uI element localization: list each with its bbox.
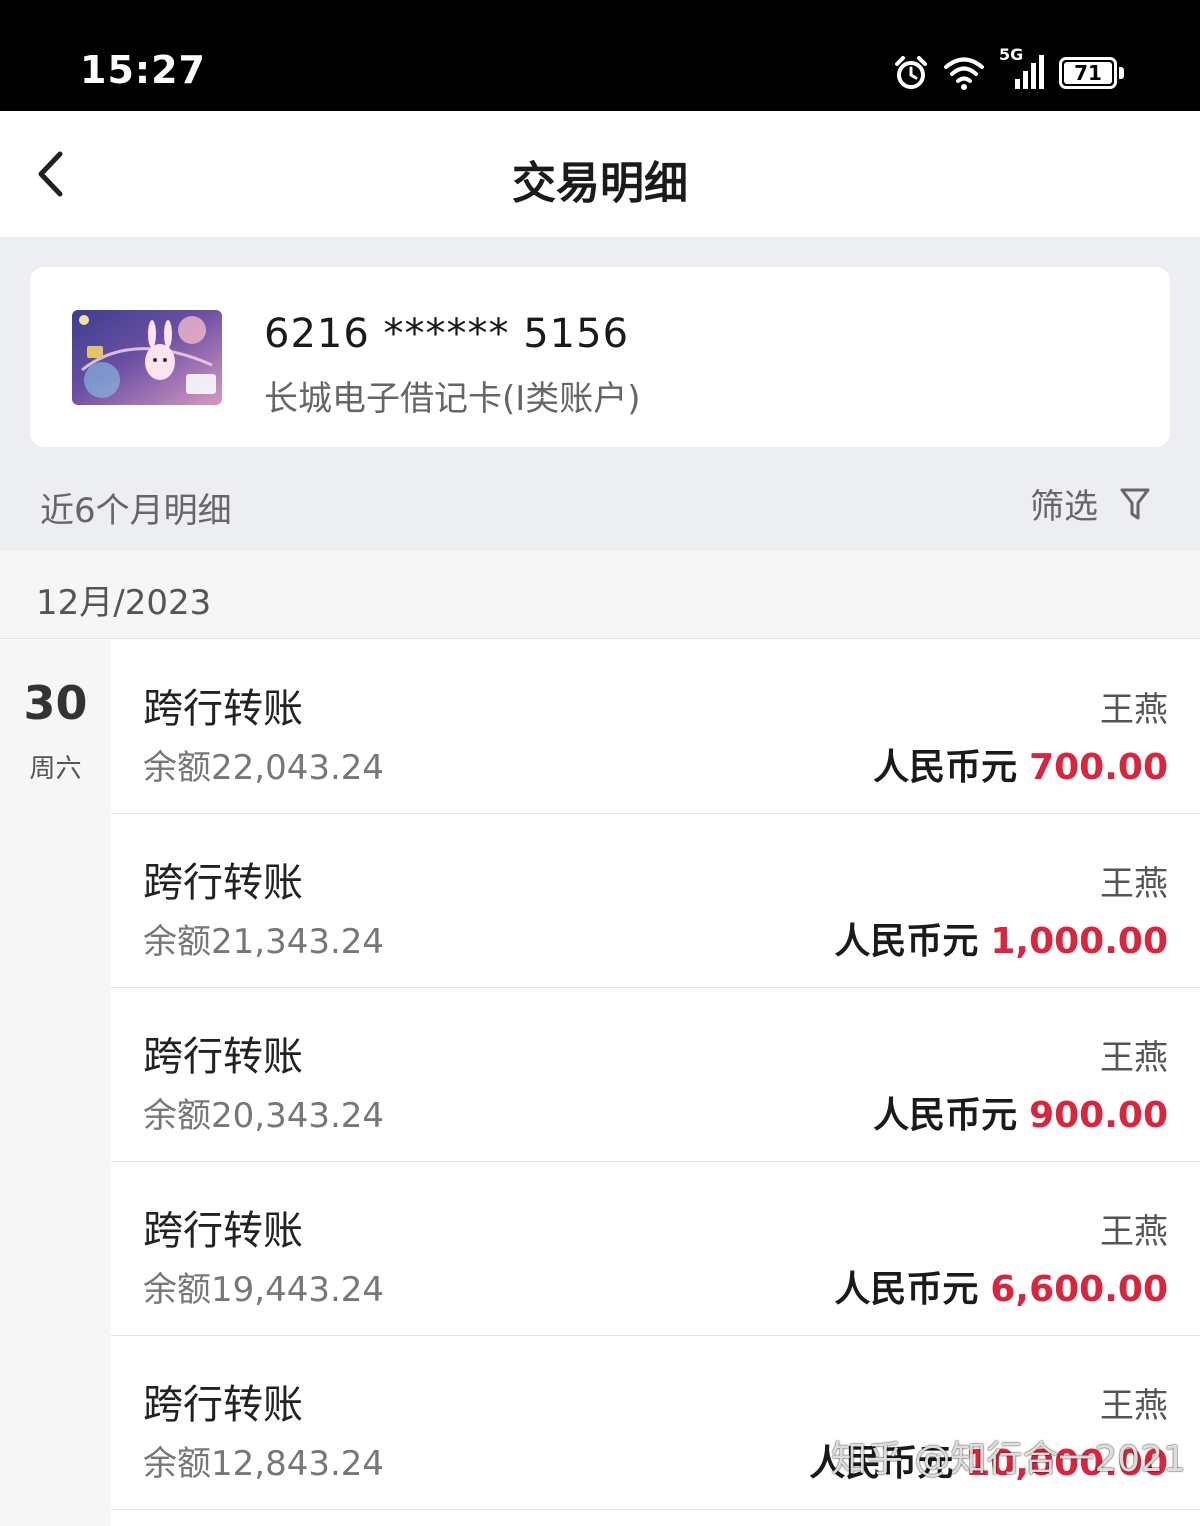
transaction-amount-line: 人民币元 6,600.00 [834,1260,1168,1312]
date-column: 30 周六 [0,640,111,1526]
transaction-row[interactable]: 跨行转账 余额12,843.24 王燕 人民币元 10,000.00 [111,1336,1200,1510]
transaction-amount-line: 人民币元 700.00 [873,738,1168,790]
transaction-type: 跨行转账 [143,860,303,906]
transaction-type: 跨行转账 [143,1034,303,1080]
transaction-amount: 1,000.00 [990,921,1168,962]
transaction-list-area: 30 周六 跨行转账 余额22,043.24 王燕 人民币元 700.00 跨行转… [0,640,1200,1526]
transaction-amount: 6,600.00 [990,1269,1168,1310]
account-card[interactable]: 6216 ****** 5156 长城电子借记卡(I类账户) [30,267,1170,447]
transaction-amount-line: 人民币元 900.00 [873,1086,1168,1138]
transaction-amount-line: 人民币元 1,000.00 [834,912,1168,964]
transaction-type: 跨行转账 [143,1208,303,1254]
transaction-type: 跨行转账 [143,1382,303,1428]
month-header: 12月/2023 [0,551,1200,639]
transaction-row[interactable]: 跨行转账 余额21,343.24 王燕 人民币元 1,000.00 [111,814,1200,988]
transaction-amount: 10,000.00 [965,1443,1168,1484]
transaction-currency: 人民币元 [873,1095,1018,1136]
transaction-list: 跨行转账 余额22,043.24 王燕 人民币元 700.00 跨行转账 余额21… [111,640,1200,1510]
signal-icon [1015,55,1044,89]
wifi-icon [944,57,984,90]
transaction-amount: 700.00 [1029,747,1168,788]
transaction-row[interactable]: 跨行转账 余额20,343.24 王燕 人民币元 900.00 [111,988,1200,1162]
transaction-amount: 900.00 [1029,1095,1168,1136]
battery-body: 71 [1059,57,1117,89]
transaction-currency: 人民币元 [834,921,979,962]
app-header: 交易明细 [0,111,1200,237]
battery-tip [1119,67,1124,79]
filter-row: 近6个月明细 筛选 [0,447,1200,551]
alarm-icon [895,56,927,89]
transaction-balance: 余额21,343.24 [143,922,385,962]
period-label: 近6个月明细 [40,491,232,531]
transaction-currency: 人民币元 [873,747,1018,788]
battery-icon: 71 [1059,57,1124,89]
card-number: 6216 ****** 5156 [264,311,630,357]
transaction-balance: 余额19,443.24 [143,1270,385,1310]
status-bar: 15:27 5G 71 [0,0,1200,111]
card-type: 长城电子借记卡(I类账户) [264,379,641,419]
transaction-amount-line: 人民币元 10,000.00 [809,1434,1168,1486]
transaction-party: 王燕 [1100,1038,1168,1078]
month-label: 12月/2023 [36,583,212,623]
transaction-row[interactable]: 跨行转账 余额22,043.24 王燕 人民币元 700.00 [111,640,1200,814]
weekday: 周六 [29,754,82,784]
transaction-currency: 人民币元 [809,1443,954,1484]
transaction-currency: 人民币元 [834,1269,979,1310]
status-icons: 5G 71 [893,45,1124,94]
transaction-party: 王燕 [1100,1386,1168,1426]
transaction-party: 王燕 [1100,1212,1168,1252]
transaction-balance: 余额20,343.24 [143,1096,385,1136]
battery-level: 71 [1064,61,1112,85]
transaction-party: 王燕 [1100,690,1168,730]
filter-button[interactable]: 筛选 [1030,479,1150,528]
transaction-type: 跨行转账 [143,686,303,732]
bank-card-image [72,310,222,405]
transaction-balance: 余额12,843.24 [143,1444,385,1484]
cell-signal: 5G [999,45,1045,91]
status-time: 15:27 [80,48,206,92]
transaction-party: 王燕 [1100,864,1168,904]
transaction-row[interactable]: 跨行转账 余额19,443.24 王燕 人民币元 6,600.00 [111,1162,1200,1336]
funnel-icon [1120,488,1150,519]
day-number: 30 [23,676,88,730]
account-section: 6216 ****** 5156 长城电子借记卡(I类账户) 近6个月明细 筛选 [0,237,1200,551]
filter-label: 筛选 [1030,487,1098,527]
page-title: 交易明细 [512,158,688,209]
transaction-balance: 余额22,043.24 [143,748,385,788]
